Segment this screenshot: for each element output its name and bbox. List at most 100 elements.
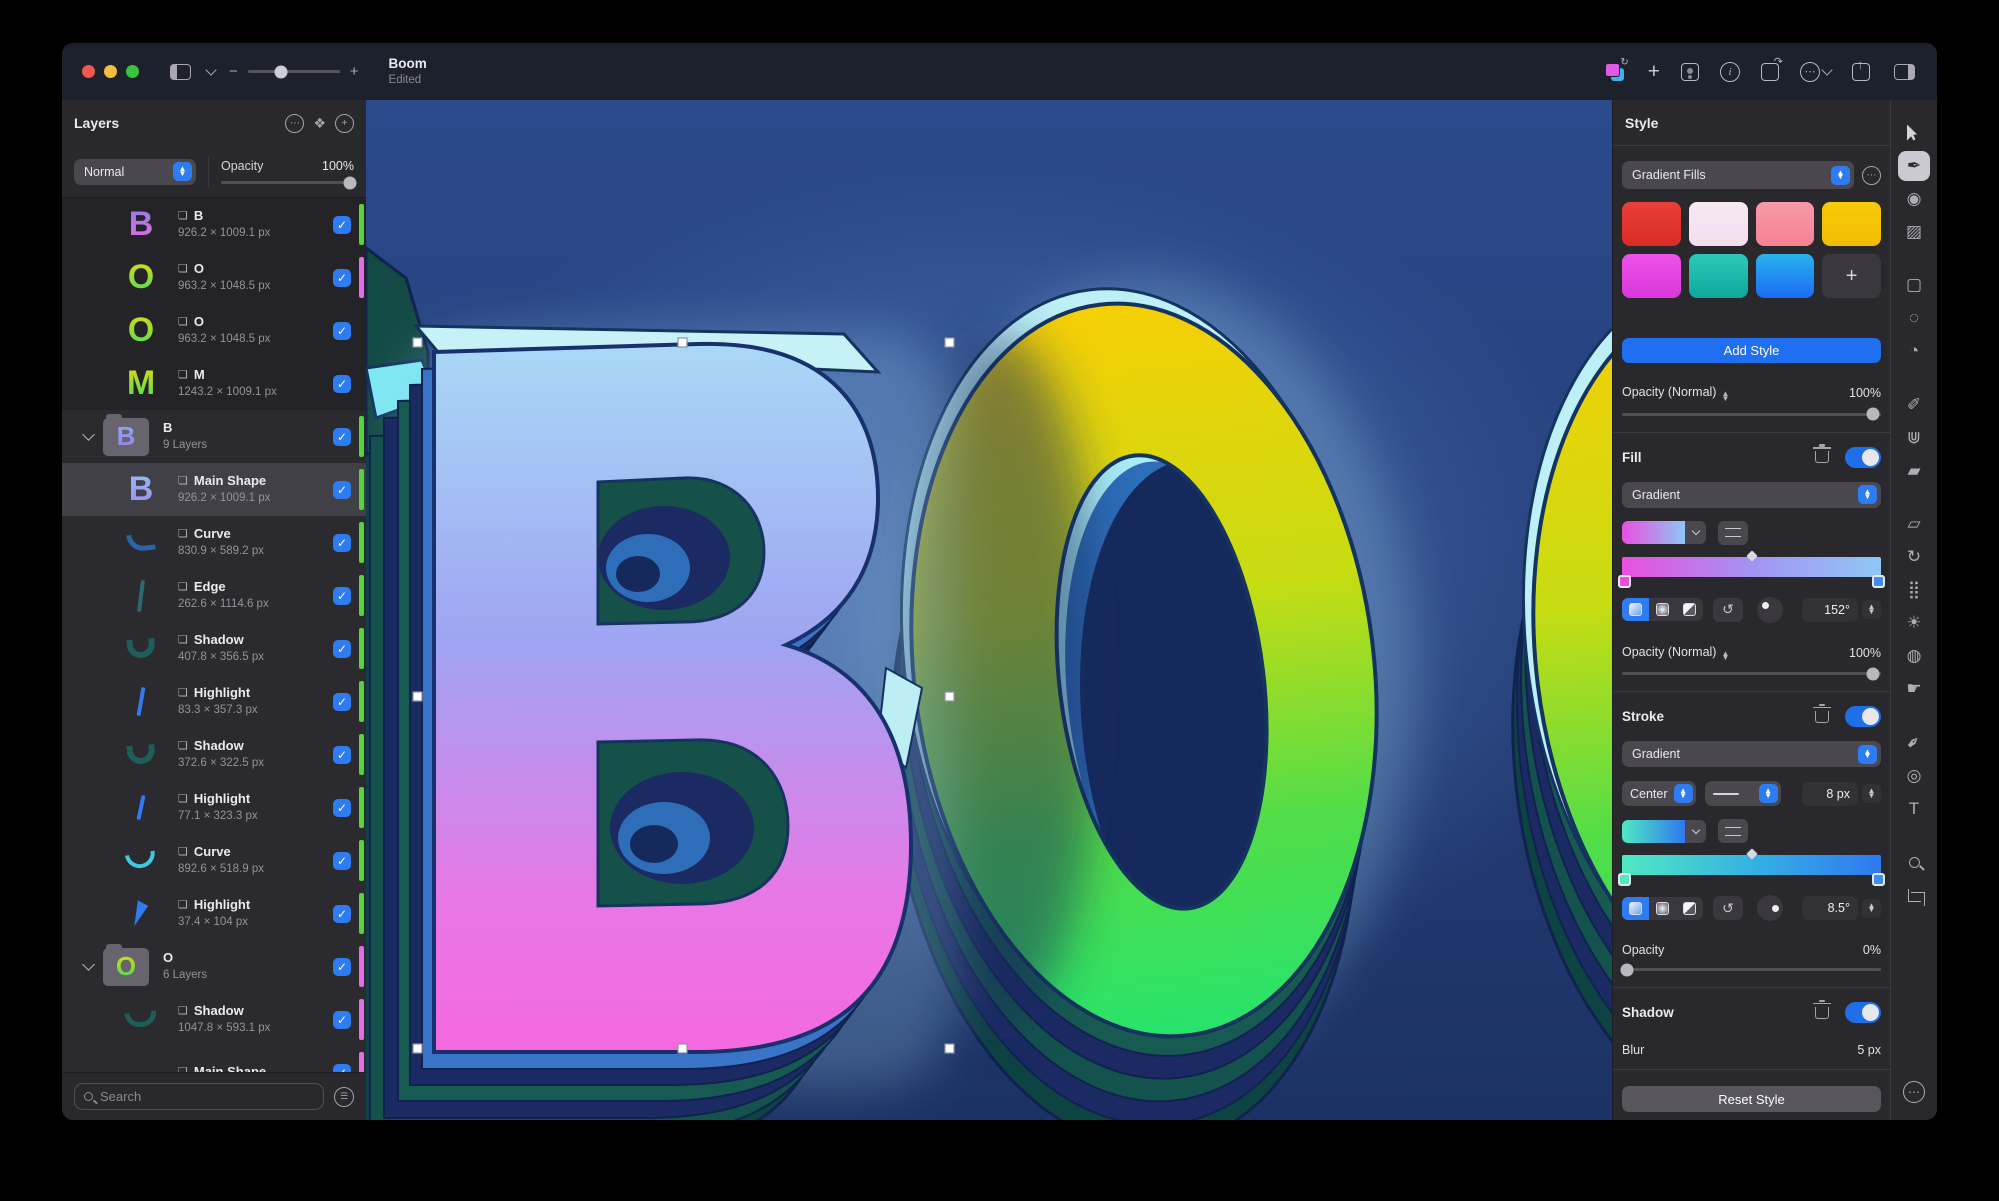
stroke-gradient-bar[interactable] — [1622, 855, 1881, 875]
gradient-midpoint-handle[interactable] — [1746, 550, 1757, 561]
style-preset-select[interactable]: Gradient Fills ▲▼ — [1622, 161, 1854, 189]
fill-angle-field[interactable]: 152° — [1802, 598, 1858, 622]
layer-visibility-checkbox[interactable]: ✓ — [333, 852, 351, 870]
zoom-window-button[interactable] — [126, 65, 139, 78]
linear-gradient-button[interactable] — [1622, 897, 1649, 920]
layer-visibility-checkbox[interactable]: ✓ — [333, 693, 351, 711]
zoom-in-button[interactable]: + — [350, 63, 359, 80]
layer-row[interactable]: O O 6 Layers ✓ — [62, 940, 366, 993]
close-button[interactable] — [82, 65, 95, 78]
add-swatch-button[interactable]: + — [1822, 254, 1881, 298]
layer-row[interactable]: B ❏B 926.2 × 1009.1 px ✓ — [62, 198, 366, 251]
stroke-angle-dial[interactable] — [1757, 895, 1783, 921]
artboard-profile-button[interactable] — [1681, 63, 1699, 81]
rotate-canvas-button[interactable] — [1761, 63, 1779, 81]
color-swap-button[interactable]: ↻ — [1603, 61, 1627, 83]
text-tool[interactable]: T — [1898, 794, 1930, 824]
filter-button[interactable]: ☰ — [334, 1087, 354, 1107]
layers-stack-icon[interactable]: ❖ — [313, 115, 326, 132]
marquee-select-tool[interactable]: ▢ — [1898, 270, 1930, 300]
rotate-tool[interactable]: ↻ — [1898, 542, 1930, 572]
layer-visibility-checkbox[interactable]: ✓ — [333, 746, 351, 764]
layer-visibility-checkbox[interactable]: ✓ — [333, 428, 351, 446]
blend-mode-tool[interactable]: ◍ — [1898, 641, 1930, 671]
add-button[interactable]: + — [1648, 60, 1660, 84]
layer-visibility-checkbox[interactable]: ✓ — [333, 322, 351, 340]
layer-visibility-checkbox[interactable]: ✓ — [333, 640, 351, 658]
layer-visibility-checkbox[interactable]: ✓ — [333, 1064, 351, 1073]
layer-row[interactable]: ❏Main Shape ✓ — [62, 1046, 366, 1072]
group-chevron-icon[interactable] — [82, 958, 95, 971]
layer-row[interactable]: ❏Highlight 83.3 × 357.3 px ✓ — [62, 675, 366, 728]
gradient-settings-button[interactable] — [1718, 521, 1748, 545]
reset-style-button[interactable]: Reset Style — [1622, 1086, 1881, 1112]
blend-tool[interactable]: ◉ — [1898, 184, 1930, 214]
delete-stroke-icon[interactable] — [1815, 711, 1829, 723]
delete-shadow-icon[interactable] — [1815, 1007, 1829, 1019]
layer-row[interactable]: ❏Edge 262.6 × 1114.6 px ✓ — [62, 569, 366, 622]
chevron-down-icon[interactable] — [205, 64, 216, 75]
gradient-end-handle[interactable] — [1872, 873, 1885, 886]
stroke-align-select[interactable]: Center ▲▼ — [1622, 781, 1696, 806]
layer-visibility-checkbox[interactable]: ✓ — [333, 534, 351, 552]
canvas[interactable] — [366, 100, 1612, 1120]
reverse-gradient-button[interactable]: ↺ — [1713, 896, 1743, 920]
layers-more-button[interactable]: ⋯ — [285, 114, 304, 133]
search-input[interactable]: Search — [74, 1083, 324, 1110]
layer-row[interactable]: O ❏O 963.2 × 1048.5 px ✓ — [62, 304, 366, 357]
style-swatch[interactable] — [1756, 202, 1815, 246]
radial-gradient-button[interactable] — [1649, 598, 1676, 621]
style-swatch[interactable] — [1822, 202, 1881, 246]
crop-tool[interactable] — [1898, 880, 1930, 910]
stroke-line-style-select[interactable]: ▲▼ — [1705, 781, 1781, 806]
add-style-button[interactable]: Add Style — [1622, 338, 1881, 363]
delete-fill-icon[interactable] — [1815, 451, 1829, 463]
layer-visibility-checkbox[interactable]: ✓ — [333, 269, 351, 287]
layer-opacity-slider[interactable] — [221, 181, 354, 184]
warp-tool[interactable]: ☛ — [1898, 674, 1930, 704]
slider-knob[interactable] — [1867, 408, 1880, 421]
scribble-tool[interactable]: ▨ — [1898, 217, 1930, 247]
style-swatch[interactable] — [1622, 254, 1681, 298]
fill-angle-dial[interactable] — [1757, 597, 1783, 623]
smudge-tool[interactable]: ▱ — [1898, 509, 1930, 539]
layer-row[interactable]: ❏Shadow 407.8 × 356.5 px ✓ — [62, 622, 366, 675]
layer-row[interactable]: ❏Highlight 37.4 × 104 px ✓ — [62, 887, 366, 940]
reverse-gradient-button[interactable]: ↺ — [1713, 598, 1743, 622]
slider-knob[interactable] — [1621, 963, 1634, 976]
layer-row[interactable]: B B 9 Layers ✓ — [62, 410, 366, 463]
layer-row[interactable]: ❏Highlight 77.1 × 323.3 px ✓ — [62, 781, 366, 834]
fill-gradient-bar[interactable] — [1622, 557, 1881, 577]
layer-row[interactable]: ❏Shadow 372.6 × 322.5 px ✓ — [62, 728, 366, 781]
more-options-button[interactable]: ⋯ — [1800, 62, 1831, 82]
layer-visibility-checkbox[interactable]: ✓ — [333, 1011, 351, 1029]
fill-gradient-chip[interactable] — [1622, 521, 1706, 544]
angular-gradient-button[interactable] — [1676, 598, 1703, 621]
fill-opacity-slider[interactable] — [1622, 672, 1881, 675]
layer-visibility-checkbox[interactable]: ✓ — [333, 905, 351, 923]
layer-row[interactable]: ❏Shadow 1047.8 × 593.1 px ✓ — [62, 993, 366, 1046]
stroke-angle-field[interactable]: 8.5° — [1802, 896, 1858, 920]
zoom-slider[interactable] — [248, 70, 340, 73]
layer-visibility-checkbox[interactable]: ✓ — [333, 799, 351, 817]
group-chevron-icon[interactable] — [82, 428, 95, 441]
layer-visibility-checkbox[interactable]: ✓ — [333, 958, 351, 976]
paintbrush-tool[interactable]: ✐ — [1898, 390, 1930, 420]
angle-stepper[interactable]: ▲▼ — [1862, 899, 1881, 918]
angle-stepper[interactable]: ▲▼ — [1862, 600, 1881, 619]
noise-tool[interactable]: ⣿ — [1898, 575, 1930, 605]
gradient-start-handle[interactable] — [1618, 873, 1631, 886]
slider-knob[interactable] — [344, 176, 357, 189]
stroke-width-field[interactable]: 8 px — [1802, 782, 1858, 806]
shape-tool[interactable]: ◎ — [1898, 761, 1930, 791]
blend-mode-select[interactable]: Normal ▲▼ — [74, 159, 196, 185]
more-tools[interactable]: ⋯ — [1898, 1077, 1930, 1107]
style-swatch[interactable] — [1689, 202, 1748, 246]
layer-row[interactable]: B ❏Main Shape 926.2 × 1009.1 px ✓ — [62, 463, 366, 516]
gradient-midpoint-handle[interactable] — [1746, 849, 1757, 860]
eraser-tool[interactable]: ▰ — [1898, 456, 1930, 486]
layer-visibility-checkbox[interactable]: ✓ — [333, 587, 351, 605]
zoom-slider-knob[interactable] — [274, 65, 287, 78]
layer-row[interactable]: ❏Curve 892.6 × 518.9 px ✓ — [62, 834, 366, 887]
stroke-opacity-slider[interactable] — [1622, 968, 1881, 971]
